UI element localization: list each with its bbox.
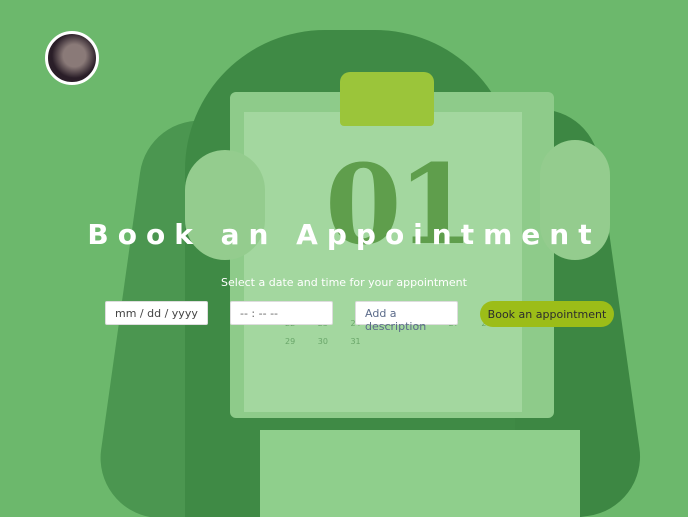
page-subtitle: Select a date and time for your appointm… (221, 276, 467, 289)
time-input[interactable]: -- : -- -- (230, 301, 333, 325)
hero-content: Book an Appointment Select a date and ti… (0, 0, 688, 517)
page-title: Book an Appointment (87, 218, 601, 251)
date-input[interactable]: mm / dd / yyyy (105, 301, 208, 325)
description-input[interactable]: Add a description (355, 301, 458, 333)
hero-section: 01 22 23 24 25 26 27 28 29 30 31 Book an… (0, 0, 688, 517)
book-appointment-button[interactable]: Book an appointment (480, 301, 614, 327)
avatar[interactable] (45, 31, 99, 85)
